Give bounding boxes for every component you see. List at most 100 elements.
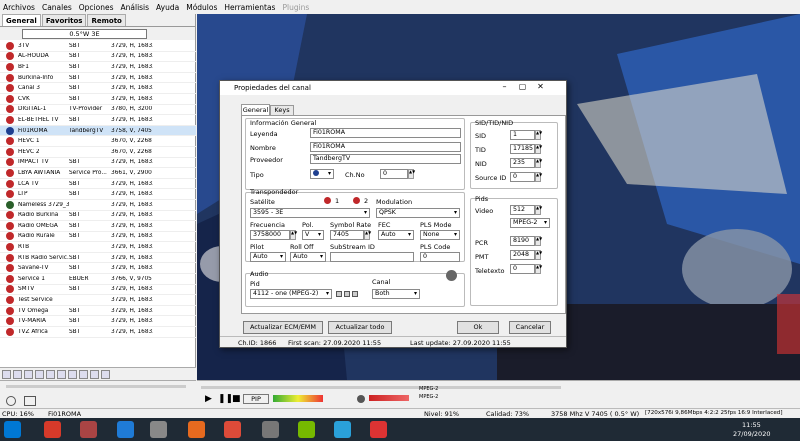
app-icon[interactable] (262, 421, 279, 438)
channel-row[interactable]: DIGITAL-1 TV-Provider 3780, H, 3200 (0, 105, 196, 116)
pls-code-field[interactable]: 0 (420, 252, 460, 262)
toolbar-btn-icon[interactable] (90, 370, 99, 379)
audio-add-icon[interactable] (336, 291, 342, 297)
satellite-1-icon[interactable] (324, 197, 331, 204)
menu-item[interactable]: Módulos (186, 3, 217, 12)
tipo-select[interactable] (310, 169, 334, 179)
channel-row[interactable]: LBYA AWTANIA Service Pro... 3661, V, 2900 (0, 168, 196, 179)
satellite-2-icon[interactable] (353, 197, 360, 204)
menu-item[interactable]: Ayuda (156, 3, 179, 12)
audio-edit-icon[interactable] (344, 291, 350, 297)
chno-spinner[interactable]: ▲▼ (408, 169, 415, 179)
pause-icon[interactable]: ❚❚ (218, 394, 233, 404)
fec-select[interactable]: Auto (378, 230, 414, 240)
sid-field[interactable]: 1 (510, 130, 535, 140)
toolbar-btn-icon[interactable] (101, 370, 110, 379)
teletexto-spinner[interactable]: ▲▼ (535, 264, 542, 274)
teletexto-field[interactable]: 0 (510, 264, 535, 274)
tab-general[interactable]: General (2, 14, 41, 26)
telegram-icon[interactable] (334, 421, 351, 438)
channel-row[interactable]: LTP SBT 3729, H, 16833 (0, 189, 196, 200)
channel-row[interactable]: RTB Radio Servic... SBT 3729, H, 16833 (0, 253, 196, 264)
channel-row[interactable]: HEVC 1 3670, V, 2268 8... (0, 136, 196, 147)
record-icon[interactable] (6, 396, 16, 406)
app-icon[interactable] (44, 421, 61, 438)
seek-track[interactable] (6, 385, 186, 388)
pol-select[interactable]: V (302, 230, 324, 240)
update-ecm-button[interactable]: Actualizar ECM/EMM (243, 321, 323, 334)
menu-item[interactable]: Análisis (121, 3, 150, 12)
volume-bar[interactable] (369, 395, 409, 401)
nombre-field[interactable]: Fi01ROMA (310, 142, 461, 152)
channel-row[interactable]: TVZ Africa SBT 3729, H, 16833 (0, 327, 196, 338)
video-pid-spinner[interactable]: ▲▼ (535, 205, 542, 215)
tab-general[interactable]: General (241, 104, 270, 115)
satellite-selector[interactable]: 0.5°W 3E (22, 28, 147, 39)
maximize-icon[interactable]: ▢ (514, 82, 531, 93)
satelite-select[interactable]: 3595 - 3E (250, 208, 370, 218)
toolbar-btn-icon[interactable] (13, 370, 22, 379)
toolbar-btn-icon[interactable] (68, 370, 77, 379)
pcr-field[interactable]: 8190 (510, 236, 535, 246)
channel-row[interactable]: Fi01ROMA TandbergTV 3758, V, 7405 (0, 125, 196, 137)
tid-spinner[interactable]: ▲▼ (535, 144, 542, 154)
channel-row[interactable]: Radio Burkina SBT 3729, H, 16833 (0, 211, 196, 222)
video-pid-field[interactable]: 512 (510, 205, 535, 215)
frecuencia-spinner[interactable]: ▲▼ (290, 230, 297, 240)
channel-row[interactable]: TV-MARIA SBT 3729, H, 16833 (0, 316, 196, 328)
pip-button[interactable]: PIP (243, 394, 269, 404)
audio-delete-icon[interactable] (352, 291, 358, 297)
proveedor-field[interactable]: TandbergTV (310, 154, 461, 164)
update-all-button[interactable]: Actualizar todo (328, 321, 392, 334)
channel-row[interactable]: CVK SBT 3729, H, 16833 (0, 94, 196, 105)
substream-field[interactable] (330, 252, 414, 262)
channel-row[interactable]: 3TV SBT 3729, H, 16833 (0, 41, 196, 52)
roll-off-select[interactable]: Auto (290, 252, 326, 262)
channel-row[interactable]: IMPACT TV SBT 3729, H, 16833 (0, 158, 196, 169)
audio-pid-select[interactable]: 4112 - one (MPEG-2) (250, 289, 332, 299)
tab-favoritos[interactable]: Favoritos (41, 14, 87, 26)
app-icon[interactable] (150, 421, 167, 438)
speaker-icon[interactable] (446, 270, 457, 281)
ok-button[interactable]: Ok (457, 321, 499, 334)
channel-row[interactable]: BF1 SBT 3729, H, 16833 (0, 62, 196, 73)
channel-row[interactable]: EL-BETHEL TV SBT 3729, H, 16833 (0, 115, 196, 126)
pls-mode-select[interactable]: None (420, 230, 460, 240)
tab-keys[interactable]: Keys (270, 105, 294, 115)
pmt-field[interactable]: 2048 (510, 250, 535, 260)
sid-spinner[interactable]: ▲▼ (535, 130, 542, 140)
menu-item[interactable]: Archivos (3, 3, 35, 12)
tab-remoto[interactable]: Remoto (87, 14, 126, 26)
canal-select[interactable]: Both (372, 289, 420, 299)
leyenda-field[interactable]: Fi01ROMA (310, 128, 461, 138)
nid-spinner[interactable]: ▲▼ (535, 158, 542, 168)
edge-icon[interactable] (117, 421, 134, 438)
channel-row[interactable]: Savane-TV SBT 3729, H, 16833 (0, 263, 196, 275)
pcr-spinner[interactable]: ▲▼ (535, 236, 542, 246)
toolbar-btn-icon[interactable] (46, 370, 55, 379)
play-icon[interactable]: ▶ (205, 394, 212, 404)
menu-item[interactable]: Plugins (282, 3, 309, 12)
volume-icon[interactable] (357, 395, 365, 403)
source-id-spinner[interactable]: ▲▼ (535, 172, 542, 182)
toolbar-btn-icon[interactable] (2, 370, 11, 379)
folder-icon[interactable] (24, 396, 36, 406)
timeline-track[interactable] (201, 386, 561, 389)
channel-row[interactable]: Test Service 3729, H, 16833 (0, 295, 196, 306)
source-id-field[interactable]: 0 (510, 172, 535, 182)
minimize-icon[interactable]: – (496, 82, 513, 93)
symbol-rate-spinner[interactable]: ▲▼ (364, 230, 371, 240)
close-icon[interactable]: ✕ (532, 82, 549, 93)
channel-row[interactable]: HEVC 2 3670, V, 2268 8... (0, 147, 196, 158)
start-icon[interactable] (4, 421, 21, 438)
tid-field[interactable]: 17185 (510, 144, 535, 154)
channel-row[interactable]: Nameless 3729_3... 3729, H, 16833 (0, 200, 196, 211)
menu-item[interactable]: Herramientas (224, 3, 275, 12)
channel-row[interactable]: Burkina-Info SBT 3729, H, 16833 (0, 73, 196, 84)
app-icon[interactable] (370, 421, 387, 438)
nid-field[interactable]: 235 (510, 158, 535, 168)
channel-row[interactable]: SMTV SBT 3729, H, 16833 (0, 285, 196, 296)
toolbar-btn-icon[interactable] (35, 370, 44, 379)
stop-icon[interactable]: ■ (232, 394, 241, 404)
toolbar-btn-icon[interactable] (57, 370, 66, 379)
